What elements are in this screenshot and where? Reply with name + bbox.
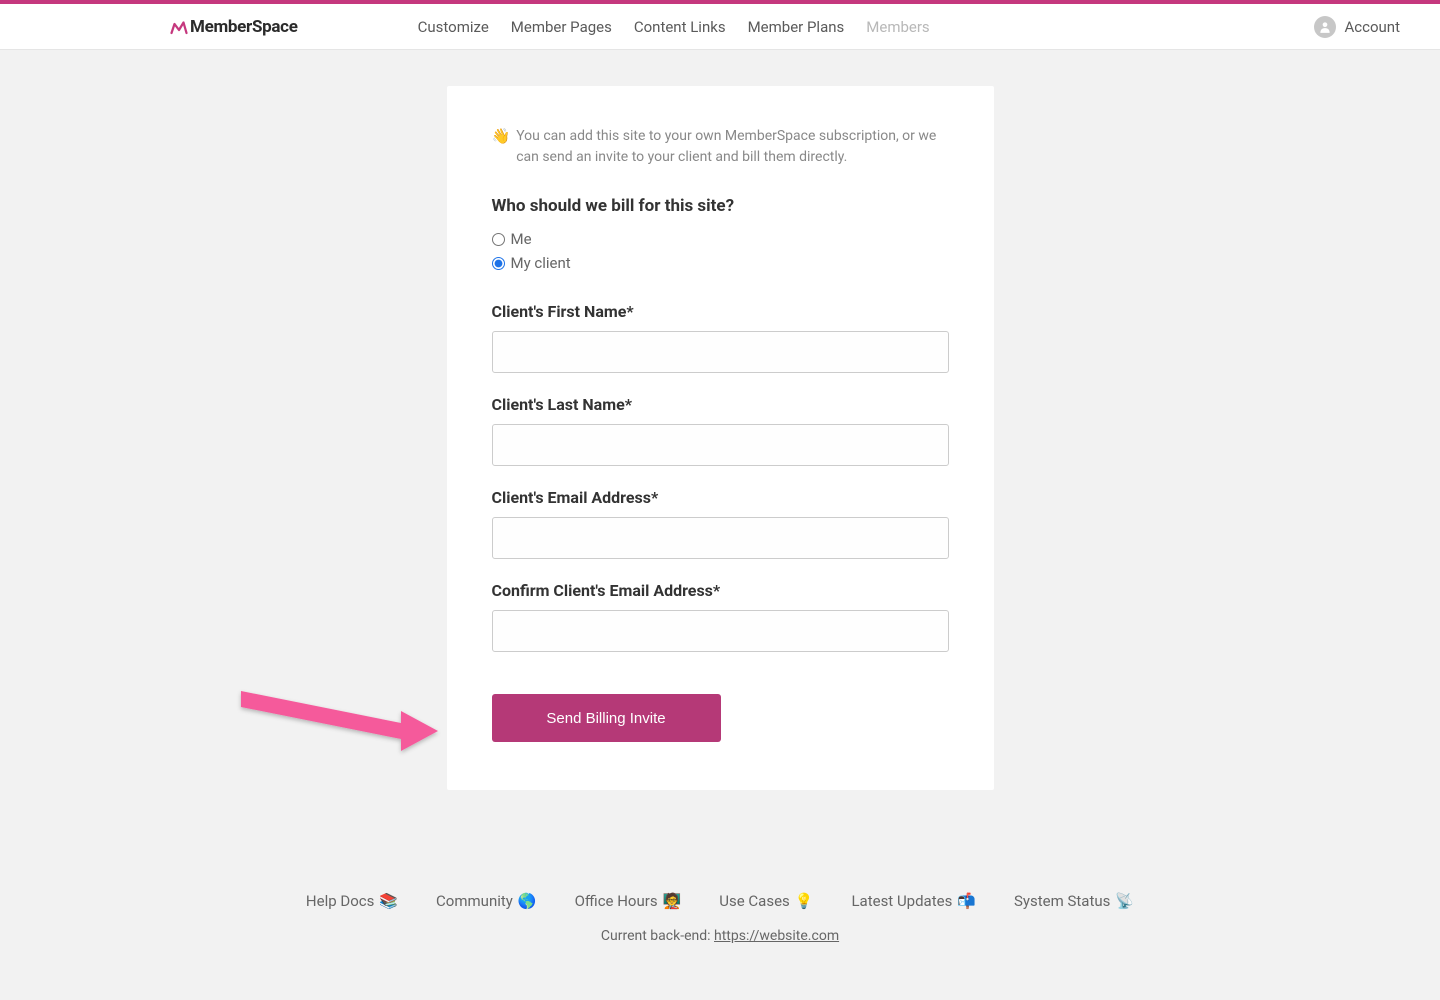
form-group-last-name: Client's Last Name* (492, 395, 949, 466)
billing-question: Who should we bill for this site? (492, 196, 949, 216)
form-group-confirm-email: Confirm Client's Email Address* (492, 581, 949, 652)
footer-system-status[interactable]: System Status 📡 (1014, 892, 1134, 910)
teacher-icon: 🧑‍🏫 (663, 892, 682, 910)
main-nav: Customize Member Pages Content Links Mem… (418, 18, 1315, 36)
footer-link-label: Use Cases (719, 892, 790, 910)
bulb-icon: 💡 (795, 892, 814, 910)
nav-members[interactable]: Members (866, 18, 929, 36)
backend-prefix: Current back-end: (601, 928, 714, 944)
footer-link-label: Latest Updates (851, 892, 952, 910)
globe-icon: 🌎 (518, 892, 537, 910)
mailbox-icon: 📬 (957, 892, 976, 910)
send-billing-invite-button[interactable]: Send Billing Invite (492, 694, 721, 742)
backend-link[interactable]: https://website.com (714, 928, 839, 944)
label-last-name: Client's Last Name* (492, 395, 949, 414)
footer-use-cases[interactable]: Use Cases 💡 (719, 892, 813, 910)
radio-option-client[interactable]: My client (492, 254, 949, 272)
footer-community[interactable]: Community 🌎 (436, 892, 537, 910)
books-icon: 📚 (379, 892, 398, 910)
radio-option-me[interactable]: Me (492, 230, 949, 248)
account-menu[interactable]: Account (1314, 16, 1400, 38)
form-group-first-name: Client's First Name* (492, 302, 949, 373)
intro-section: 👋 You can add this site to your own Memb… (492, 126, 949, 168)
main-content: 👋 You can add this site to your own Memb… (0, 50, 1440, 790)
footer-office-hours[interactable]: Office Hours 🧑‍🏫 (575, 892, 682, 910)
nav-member-pages[interactable]: Member Pages (511, 18, 612, 36)
header: MemberSpace Customize Member Pages Conte… (0, 4, 1440, 50)
logo-text: MemberSpace (190, 17, 298, 37)
footer-help-docs[interactable]: Help Docs 📚 (306, 892, 398, 910)
logo-icon (170, 18, 188, 36)
last-name-input[interactable] (492, 424, 949, 466)
first-name-input[interactable] (492, 331, 949, 373)
footer-links: Help Docs 📚 Community 🌎 Office Hours 🧑‍🏫… (0, 892, 1440, 910)
radio-client-label: My client (511, 254, 571, 272)
billing-form-card: 👋 You can add this site to your own Memb… (447, 86, 994, 790)
wave-icon: 👋 (492, 126, 511, 147)
nav-member-plans[interactable]: Member Plans (748, 18, 845, 36)
footer-link-label: Office Hours (575, 892, 658, 910)
backend-info: Current back-end: https://website.com (0, 928, 1440, 944)
satellite-icon: 📡 (1115, 892, 1134, 910)
footer-link-label: Help Docs (306, 892, 374, 910)
billing-radio-group: Me My client (492, 230, 949, 272)
footer-latest-updates[interactable]: Latest Updates 📬 (851, 892, 976, 910)
label-first-name: Client's First Name* (492, 302, 949, 321)
account-label: Account (1344, 18, 1400, 36)
intro-text: You can add this site to your own Member… (516, 126, 948, 168)
brand-logo[interactable]: MemberSpace (170, 17, 298, 37)
avatar-icon (1314, 16, 1336, 38)
footer-link-label: Community (436, 892, 513, 910)
label-email: Client's Email Address* (492, 488, 949, 507)
footer-link-label: System Status (1014, 892, 1110, 910)
nav-customize[interactable]: Customize (418, 18, 489, 36)
label-confirm-email: Confirm Client's Email Address* (492, 581, 949, 600)
confirm-email-input[interactable] (492, 610, 949, 652)
radio-me-label: Me (511, 230, 532, 248)
radio-client[interactable] (492, 257, 505, 270)
radio-me[interactable] (492, 233, 505, 246)
form-group-email: Client's Email Address* (492, 488, 949, 559)
nav-content-links[interactable]: Content Links (634, 18, 726, 36)
email-input[interactable] (492, 517, 949, 559)
